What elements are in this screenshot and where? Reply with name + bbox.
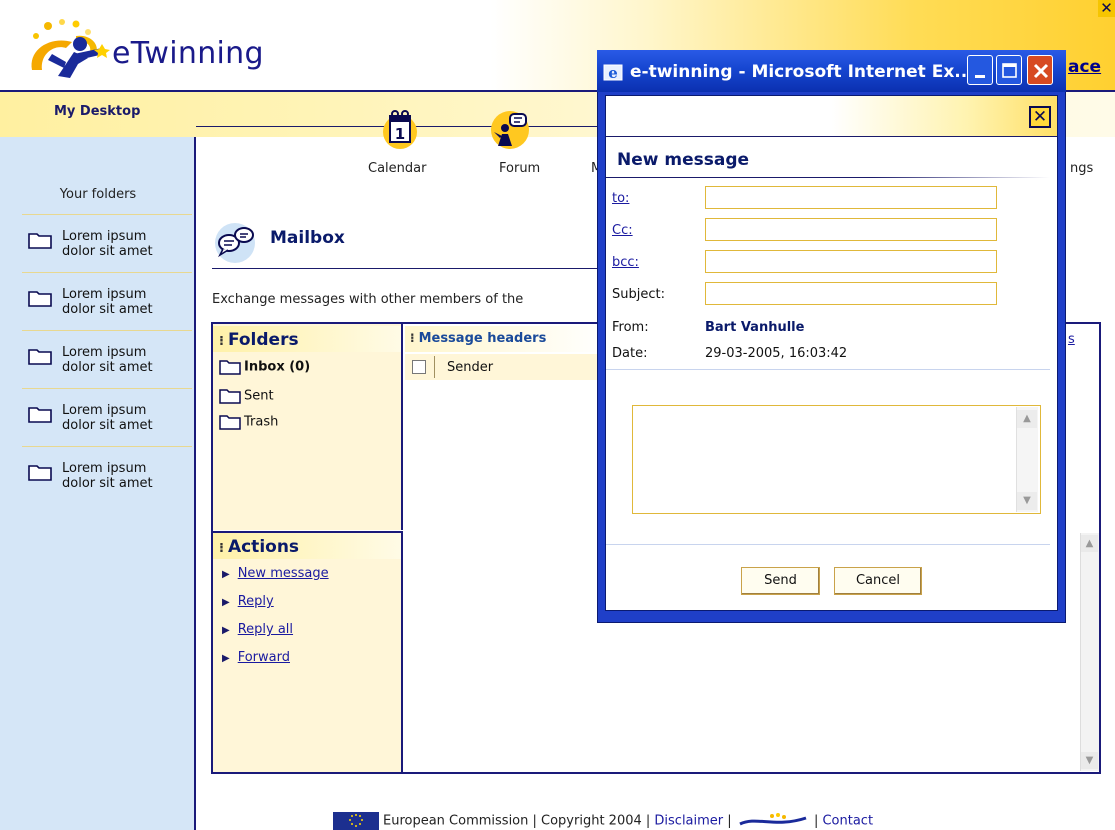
column-header-row (405, 354, 605, 380)
folder-icon (28, 291, 52, 307)
forum-icon[interactable] (490, 108, 530, 150)
folder-trash[interactable]: Trash (219, 414, 278, 430)
message-headers-link[interactable]: s (1068, 332, 1075, 347)
footer-separator: | (809, 813, 823, 829)
sidebar-folder-item[interactable]: Lorem ipsum dolor sit amet (22, 272, 192, 328)
calendar-icon[interactable]: 1 (380, 108, 420, 150)
sidebar-folder-label: Lorem ipsum dolor sit amet (62, 287, 153, 317)
close-button[interactable] (1027, 55, 1053, 85)
sidebar-folder-item[interactable]: Lorem ipsum dolor sit amet (22, 214, 192, 270)
footer-text: European Commission | Copyright 2004 | (383, 813, 655, 829)
svg-text:1: 1 (395, 125, 405, 143)
arrow-right-icon: ▶ (222, 597, 230, 608)
page: eTwinning ✕ ace My Desktop Your folders … (0, 0, 1115, 830)
cc-field[interactable] (705, 218, 997, 241)
folder-inbox[interactable]: Inbox (0) (219, 359, 310, 375)
scrollbar[interactable] (1080, 533, 1099, 771)
popup-header-divider (606, 136, 1057, 137)
form-divider (606, 369, 1050, 370)
logo-text: eTwinning (112, 36, 264, 71)
select-all-checkbox[interactable] (412, 360, 426, 374)
title-divider (212, 268, 602, 269)
date-label: Date: (612, 346, 648, 361)
message-body-field[interactable] (632, 405, 1041, 514)
nav-settings-label[interactable]: ngs (1070, 161, 1093, 176)
action-forward[interactable]: ▶ Forward (222, 650, 290, 665)
folder-sent[interactable]: Sent (219, 388, 274, 404)
page-description: Exchange messages with other members of … (212, 292, 524, 307)
workspace-link[interactable]: ace (1068, 57, 1101, 77)
subject-label: Subject: (612, 287, 665, 302)
close-icon[interactable]: ✕ (1098, 0, 1115, 17)
scroll-down-icon[interactable]: ▼ (1017, 492, 1037, 510)
action-reply-all[interactable]: ▶ Reply all (222, 622, 293, 637)
to-field[interactable] (705, 186, 997, 209)
column-divider (434, 356, 435, 378)
sidebar-heading: Your folders (59, 187, 137, 202)
disclaimer-link[interactable]: Disclaimer (654, 814, 723, 829)
from-value: Bart Vanhulle (705, 320, 805, 335)
sidebar-folder-label: Lorem ipsum dolor sit amet (62, 345, 153, 375)
from-label: From: (612, 320, 649, 335)
folder-icon (28, 407, 52, 423)
folder-icon (28, 349, 52, 365)
close-icon[interactable]: ✕ (1029, 106, 1051, 128)
form-divider (606, 544, 1050, 545)
bcc-field[interactable] (705, 250, 997, 273)
cc-label[interactable]: Cc: (612, 223, 633, 238)
action-new-message[interactable]: ▶ New message (222, 566, 329, 581)
date-value: 29-03-2005, 16:03:42 (705, 346, 848, 361)
contact-link[interactable]: Contact (822, 814, 873, 829)
etwinning-mini-logo-icon (739, 813, 807, 826)
action-reply[interactable]: ▶ Reply (222, 594, 274, 609)
nav-forum-label[interactable]: Forum (499, 161, 540, 176)
popup-header-band (606, 96, 1057, 136)
ie-icon: e (603, 64, 623, 82)
sidebar-folder-item[interactable]: Lorem ipsum dolor sit amet (22, 388, 192, 444)
folder-icon (219, 389, 241, 404)
eu-flag-icon (333, 812, 379, 830)
sidebar-folder-item[interactable]: Lorem ipsum dolor sit amet (22, 446, 192, 502)
scroll-up-icon[interactable]: ▲ (1081, 535, 1098, 552)
folder-icon (28, 465, 52, 481)
arrow-right-icon: ▶ (222, 625, 230, 636)
page-title: Mailbox (270, 228, 345, 248)
minimize-button[interactable] (967, 55, 993, 85)
bcc-label[interactable]: bcc: (612, 255, 639, 270)
popup-heading: New message (617, 150, 750, 170)
cancel-button[interactable]: Cancel (834, 567, 922, 595)
folder-icon (28, 233, 52, 249)
folders-title: ⁝ Folders (219, 330, 299, 350)
scroll-up-icon[interactable]: ▲ (1017, 410, 1037, 428)
minimize-icon (975, 75, 985, 78)
popup-title: e-twinning - Microsoft Internet Ex... (630, 62, 974, 82)
sidebar-folder-label: Lorem ipsum dolor sit amet (62, 403, 153, 433)
subject-field[interactable] (705, 282, 997, 305)
sidebar-folder-label: Lorem ipsum dolor sit amet (62, 229, 153, 259)
footer-separator: | (723, 813, 736, 829)
send-button[interactable]: Send (741, 567, 820, 595)
sidebar-folder-label: Lorem ipsum dolor sit amet (62, 461, 153, 491)
nav-calendar-label[interactable]: Calendar (368, 161, 426, 176)
folder-icon (219, 415, 241, 430)
column-sender[interactable]: Sender (447, 360, 493, 375)
maximize-button[interactable] (996, 55, 1022, 85)
to-label[interactable]: to: (612, 191, 629, 206)
sidebar-folder-item[interactable]: Lorem ipsum dolor sit amet (22, 330, 192, 386)
actions-title: ⁝ Actions (219, 537, 300, 557)
scroll-down-icon[interactable]: ▼ (1081, 752, 1098, 769)
mailbox-icon (215, 223, 255, 263)
footer: European Commission | Copyright 2004 | D… (333, 812, 873, 830)
desktop-title: My Desktop (54, 104, 141, 119)
message-headers-title: ⁝ Message headers (410, 331, 547, 346)
close-icon (1033, 63, 1049, 79)
arrow-right-icon: ▶ (222, 653, 230, 664)
svg-text:e: e (608, 64, 618, 82)
heading-divider (606, 177, 1050, 178)
folder-icon (219, 360, 241, 375)
arrow-right-icon: ▶ (222, 569, 230, 580)
maximize-icon (1002, 63, 1017, 78)
